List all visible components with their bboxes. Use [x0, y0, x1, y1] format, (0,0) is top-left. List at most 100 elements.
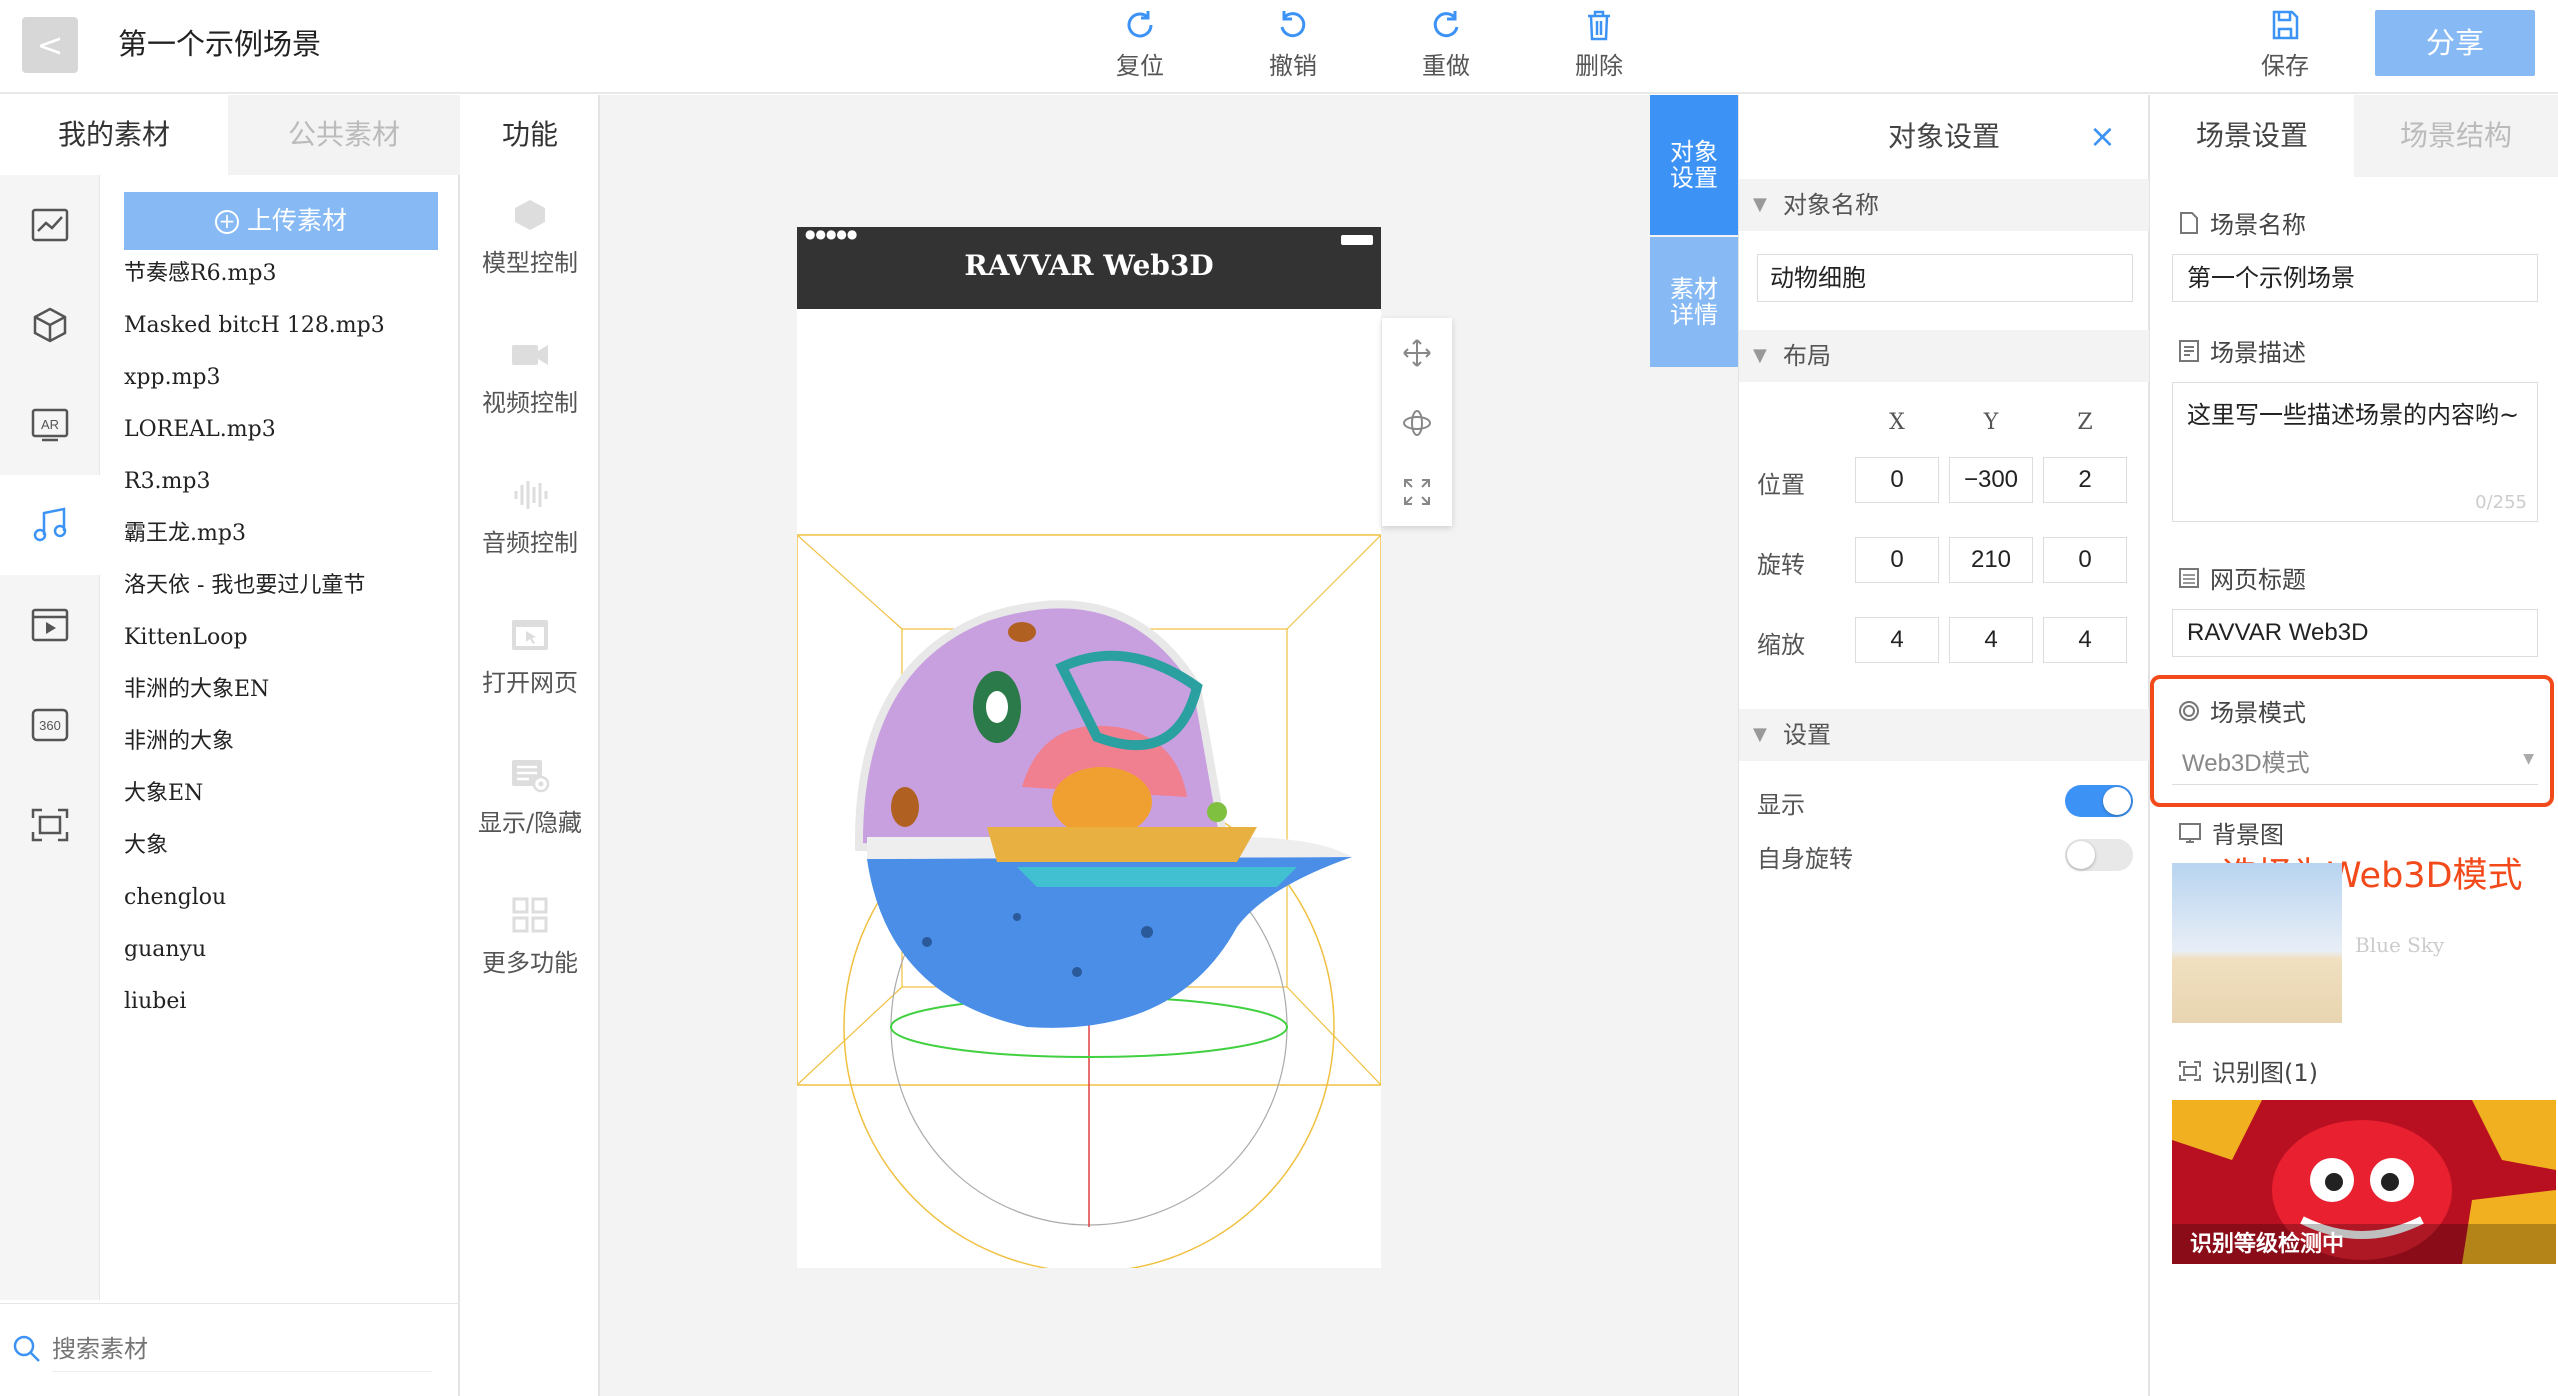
- redo-button[interactable]: 重做: [1391, 8, 1501, 88]
- tab-scene-settings[interactable]: 场景设置: [2150, 95, 2354, 177]
- rotation-x-input[interactable]: 0: [1855, 537, 1939, 583]
- reset-label: 复位: [1116, 52, 1164, 80]
- file-item[interactable]: chenglou: [124, 872, 226, 924]
- sidebar-item-video[interactable]: [0, 575, 100, 675]
- scene-name-input[interactable]: 第一个示例场景: [2172, 254, 2538, 302]
- position-z-input[interactable]: 2: [2043, 457, 2127, 503]
- undo-button[interactable]: 撤销: [1238, 8, 1348, 88]
- file-item[interactable]: liubei: [124, 976, 186, 1028]
- tab-scene-structure[interactable]: 场景结构: [2354, 95, 2558, 177]
- reset-button[interactable]: 复位: [1085, 8, 1195, 88]
- file-item[interactable]: 大象EN: [124, 768, 203, 820]
- 360-icon: 360: [31, 708, 69, 742]
- function-label: 模型控制: [482, 249, 578, 277]
- tab-object-settings[interactable]: 对象 设置: [1650, 95, 1738, 235]
- redo-label: 重做: [1422, 52, 1470, 80]
- material-type-sidebar: AR 360: [0, 175, 100, 1300]
- position-y-input[interactable]: −300: [1949, 457, 2033, 503]
- page-title-input[interactable]: RAVVAR Web3D: [2172, 609, 2538, 657]
- close-icon[interactable]: ×: [2089, 117, 2116, 155]
- upload-button[interactable]: + 上传素材: [124, 192, 438, 250]
- share-button[interactable]: 分享: [2375, 10, 2535, 76]
- tab-public-materials[interactable]: 公共素材: [228, 95, 460, 175]
- recognition-title: 识别图(1): [2178, 1053, 2318, 1088]
- tab-material-details[interactable]: 素材 详情: [1650, 237, 1738, 367]
- section-settings[interactable]: ▼ 设置: [1739, 709, 2149, 761]
- rotate-tool[interactable]: [1382, 388, 1452, 458]
- file-item[interactable]: 节奏感R6.mp3: [124, 248, 277, 300]
- rotation-z-input[interactable]: 0: [2043, 537, 2127, 583]
- function-model-control[interactable]: 模型控制: [460, 197, 600, 278]
- recognition-image[interactable]: 识别等级检测中: [2172, 1100, 2556, 1264]
- file-item[interactable]: 大象: [124, 820, 168, 872]
- save-button[interactable]: 保存: [2230, 8, 2340, 88]
- section-object-name[interactable]: ▼ 对象名称: [1739, 179, 2149, 231]
- move-icon: [1403, 339, 1431, 367]
- file-item[interactable]: guanyu: [124, 924, 206, 976]
- file-item[interactable]: 非洲的大象: [124, 716, 234, 768]
- scale-label: 缩放: [1757, 631, 1805, 659]
- rotate-icon: [1403, 410, 1431, 436]
- spin-toggle[interactable]: [2065, 839, 2133, 871]
- scale-icon: [1404, 479, 1430, 505]
- position-x-input[interactable]: 0: [1855, 457, 1939, 503]
- search-bar[interactable]: [0, 1303, 460, 1396]
- search-input[interactable]: [52, 1326, 432, 1372]
- phone-preview[interactable]: [797, 227, 1381, 1268]
- file-item[interactable]: LOREAL.mp3: [124, 404, 276, 456]
- show-toggle[interactable]: [2065, 785, 2133, 817]
- tab-functions[interactable]: 功能: [460, 95, 600, 175]
- move-tool[interactable]: [1382, 318, 1452, 388]
- scale-y-input[interactable]: 4: [1949, 617, 2033, 663]
- save-icon: [2272, 10, 2299, 40]
- file-item[interactable]: xpp.mp3: [124, 352, 221, 404]
- sidebar-item-360[interactable]: 360: [0, 675, 100, 775]
- scale-tool[interactable]: [1382, 458, 1452, 526]
- position-label: 位置: [1757, 471, 1805, 499]
- function-audio-control[interactable]: 音频控制: [460, 477, 600, 558]
- function-more[interactable]: 更多功能: [460, 897, 600, 978]
- sidebar-item-model[interactable]: [0, 275, 100, 375]
- plus-circle-icon: +: [214, 210, 239, 234]
- scene-settings-panel: 场景设置 场景结构 场景名称 第一个示例场景 场景描述 这里写一些描述场景的内容…: [2150, 95, 2558, 1396]
- background-thumbnail[interactable]: [2172, 863, 2342, 1023]
- scale-x-input[interactable]: 4: [1855, 617, 1939, 663]
- scale-z-input[interactable]: 4: [2043, 617, 2127, 663]
- sidebar-item-music[interactable]: [0, 475, 100, 575]
- file-item[interactable]: 洛天依 - 我也要过儿童节: [124, 560, 365, 612]
- file-item[interactable]: 非洲的大象EN: [124, 664, 269, 716]
- section-layout[interactable]: ▼ 布局: [1739, 330, 2149, 382]
- function-label: 显示/隐藏: [477, 809, 583, 837]
- sidebar-item-chart[interactable]: [0, 175, 100, 275]
- animal-cell-model[interactable]: [797, 227, 1381, 1268]
- file-item[interactable]: 霸王龙.mp3: [124, 508, 246, 560]
- file-item[interactable]: KittenLoop: [124, 612, 248, 664]
- tab-my-materials[interactable]: 我的素材: [0, 95, 228, 175]
- object-name-input[interactable]: 动物细胞: [1757, 254, 2133, 302]
- toggle-knob: [2067, 841, 2095, 869]
- function-show-hide[interactable]: 显示/隐藏: [460, 757, 600, 838]
- file-item[interactable]: R3.mp3: [124, 456, 211, 508]
- background-title: 背景图: [2178, 815, 2284, 850]
- file-item[interactable]: Masked bitcH 128.mp3: [124, 300, 385, 352]
- model-control-icon: [515, 200, 545, 230]
- object-vertical-tabs: 对象 设置 素材 详情: [1650, 95, 1738, 1396]
- function-video-control[interactable]: 视频控制: [460, 337, 600, 418]
- char-counter: 0/255: [2475, 492, 2527, 513]
- recognition-caption: 识别等级检测中: [2190, 1232, 2345, 1257]
- scene-mode-select[interactable]: Web3D模式 ▼: [2172, 735, 2538, 785]
- sidebar-item-scan[interactable]: [0, 775, 100, 875]
- rotation-y-input[interactable]: 210: [1949, 537, 2033, 583]
- delete-button[interactable]: 删除: [1544, 8, 1654, 88]
- section-label: 设置: [1783, 721, 1831, 749]
- scene-desc-textarea[interactable]: 这里写一些描述场景的内容哟~ 0/255: [2172, 382, 2538, 522]
- function-label: 更多功能: [482, 949, 578, 977]
- material-panel: 我的素材 公共素材 AR 360 + 上传素材 节奏感R6.mp3Masked b…: [0, 95, 460, 1396]
- phone-header: ●●●●● RAVVAR Web3D: [797, 227, 1381, 309]
- back-button[interactable]: <: [22, 17, 78, 73]
- scene-desc-text: 这里写一些描述场景的内容哟~: [2187, 401, 2520, 429]
- function-open-webpage[interactable]: 打开网页: [460, 617, 600, 698]
- sidebar-item-ar[interactable]: AR: [0, 375, 100, 475]
- document-icon: [2180, 211, 2198, 234]
- scan-frame-icon: [2179, 1060, 2201, 1081]
